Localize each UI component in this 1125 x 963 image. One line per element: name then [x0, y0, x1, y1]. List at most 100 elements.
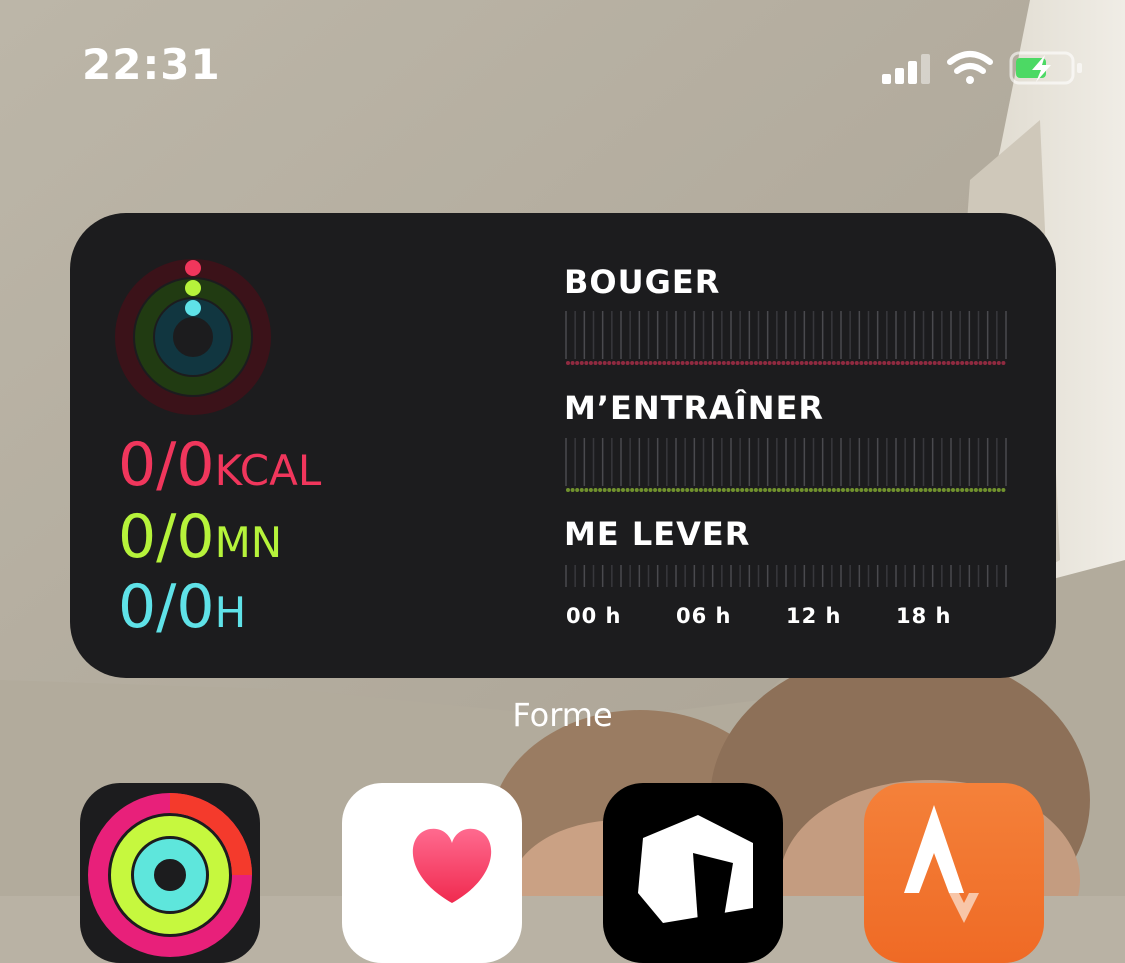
timeline-dot [1001, 488, 1006, 492]
timeline-dot [987, 361, 992, 365]
timeline-dot [694, 361, 699, 365]
timeline-dot [735, 488, 740, 492]
timeline-dot [992, 488, 997, 492]
timeline-dot [983, 361, 988, 365]
timeline-dot [1001, 361, 1006, 365]
timeline-dot [914, 488, 919, 492]
timeline-dot [566, 361, 570, 365]
timeline-dot [680, 488, 685, 492]
timeline-dot [818, 361, 823, 365]
timeline-dot [786, 488, 790, 492]
timeline-dot [630, 361, 635, 365]
timeline-dot [845, 361, 850, 365]
timeline-dot [744, 488, 749, 492]
timeline-dot [937, 488, 942, 492]
timeline-dot [625, 488, 630, 492]
timeline-dot [621, 361, 625, 365]
timeline-dot [763, 361, 768, 365]
timeline-dot [680, 361, 685, 365]
timeline-dot [822, 488, 827, 492]
timeline-dot [951, 361, 955, 365]
move-timeline [565, 311, 1007, 365]
timeline-dot [671, 488, 676, 492]
timeline-dot [914, 361, 919, 365]
timeline-dot [946, 361, 951, 365]
timeline-dot [653, 488, 658, 492]
timeline-dot [689, 361, 694, 365]
timeline-dot [703, 488, 708, 492]
timeline-dot [827, 488, 832, 492]
timeline-dot [721, 361, 726, 365]
timeline-dot [662, 488, 667, 492]
timeline-dot [896, 488, 900, 492]
timeline-dot [694, 488, 699, 492]
timeline-dot [827, 361, 832, 365]
timeline-dot [735, 361, 740, 365]
timeline-dot [625, 361, 630, 365]
timeline-dot [749, 361, 754, 365]
timeline-dot [978, 488, 983, 492]
timeline-dot [854, 488, 859, 492]
timeline-dot [841, 361, 845, 365]
timeline-dot [763, 488, 768, 492]
timeline-dot [877, 488, 882, 492]
health-app-icon[interactable] [342, 783, 522, 963]
timeline-dot [685, 361, 690, 365]
timeline-dot [900, 488, 905, 492]
timeline-dot [584, 361, 589, 365]
timeline-dot [607, 361, 612, 365]
timeline-dot [593, 488, 598, 492]
timeline-dot [639, 361, 644, 365]
timeline-dot [808, 361, 813, 365]
timeline-dot [868, 488, 873, 492]
timeline-dot [946, 488, 951, 492]
timeline-dot [717, 488, 722, 492]
timeline-dot [740, 488, 745, 492]
timeline-dot [818, 488, 823, 492]
timeline-dot [909, 361, 914, 365]
exercise-unit: MN [214, 518, 283, 567]
timeline-dot [744, 361, 749, 365]
timeline-dot [579, 488, 584, 492]
hour-label: 00 h [566, 604, 622, 628]
timeline-dot [850, 488, 855, 492]
timeline-dot [854, 361, 859, 365]
timeline-dot [570, 488, 575, 492]
timeline-dot [630, 488, 635, 492]
timeline-dot [804, 488, 809, 492]
strava-app-icon[interactable] [864, 783, 1044, 963]
timeline-dot [616, 488, 621, 492]
timeline-dot [781, 361, 786, 365]
black-app-icon[interactable] [603, 783, 783, 963]
timeline-dot [653, 361, 658, 365]
timeline-dot [886, 488, 891, 492]
timeline-dot [795, 361, 800, 365]
move-value: 0/0 [118, 430, 215, 500]
status-icons [882, 51, 1082, 85]
timeline-dot [905, 488, 910, 492]
timeline-dot [928, 488, 933, 492]
timeline-dot [676, 488, 680, 492]
timeline-dot [804, 361, 809, 365]
cellular-signal-icon [882, 54, 930, 84]
timeline-dot [579, 361, 584, 365]
heart-icon [412, 828, 492, 903]
timeline-dot [891, 361, 896, 365]
fitness-app-icon[interactable] [80, 783, 260, 963]
timeline-dot [616, 361, 621, 365]
timeline-dot [873, 488, 878, 492]
timeline-dot [877, 361, 882, 365]
widget-caption: Forme [512, 696, 613, 734]
timeline-dot [964, 488, 969, 492]
battery-charging-icon [1009, 51, 1082, 85]
timeline-dot [712, 488, 717, 492]
timeline-dot [983, 488, 988, 492]
timeline-dot [575, 361, 580, 365]
timeline-dot [676, 361, 680, 365]
timeline-dot [786, 361, 790, 365]
timeline-dot [973, 361, 978, 365]
timeline-dot [758, 488, 763, 492]
fitness-widget[interactable]: 0/0KCAL 0/0MN 0/0H BOUGER M’ENTRAÎNER ME… [70, 213, 1056, 678]
move-stat: 0/0KCAL [118, 435, 321, 495]
timeline-dot [657, 488, 662, 492]
